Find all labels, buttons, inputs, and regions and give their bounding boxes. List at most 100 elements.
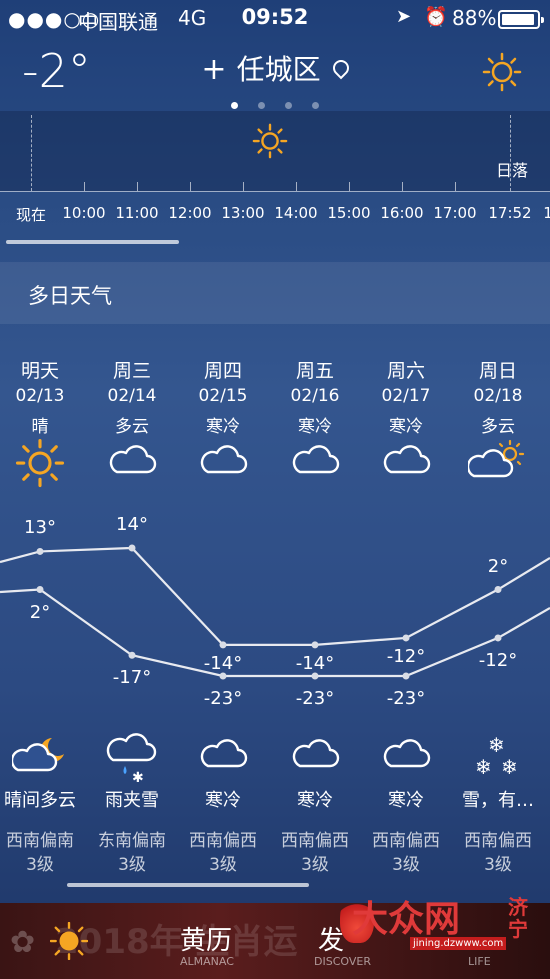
night-condition: 晴间多云: [4, 790, 76, 811]
day-date: 02/18: [473, 386, 523, 406]
sun-icon: [50, 922, 88, 960]
day-condition: 多云: [481, 417, 515, 437]
temperature-trend-chart: [0, 544, 550, 680]
high-temp-label: 14°: [116, 514, 148, 535]
battery-icon: [498, 10, 544, 29]
wind-direction: 东南偏南: [98, 831, 166, 851]
low-temp-label: -23°: [295, 688, 335, 709]
day-date: 02/16: [290, 386, 340, 406]
hour-label: 14:00: [274, 204, 318, 222]
day-date: 02/13: [15, 386, 65, 406]
hour-tick: [190, 182, 191, 191]
low-temp-line-point: [402, 672, 410, 680]
day-condition: 寒冷: [389, 417, 423, 437]
city-header[interactable]: + 任城区: [0, 48, 550, 88]
low-temp-label: -12°: [478, 649, 518, 671]
wind-level: 3级: [392, 855, 420, 875]
high-temp-line-point: [402, 634, 410, 642]
wind-direction: 西南偏南: [6, 831, 74, 851]
page-dot[interactable]: [285, 102, 292, 109]
low-temp-label: -23°: [203, 688, 243, 709]
hour-tick: [455, 182, 456, 191]
day-name: 周三: [112, 360, 151, 382]
status-bar: ●●●○○ 中国联通 4G 09:52 ➤ ⏰ 88%: [0, 0, 550, 36]
low-temp-line-point: [494, 634, 502, 642]
svg-text:❄: ❄: [475, 755, 492, 779]
cloud-icon: [86, 438, 178, 488]
sunset-label: 日落: [496, 161, 529, 180]
hour-label: 15:00: [327, 204, 371, 222]
night-condition: 寒冷: [205, 790, 241, 811]
sun-icon[interactable]: [482, 52, 522, 92]
snow-icon: ❄ ❄ ❄: [452, 732, 544, 782]
hourly-scrollbar[interactable]: [6, 240, 179, 244]
city-name: 任城区: [236, 53, 321, 86]
alarm-icon: ⏰: [424, 6, 448, 28]
tab-discover-sub: DISCOVER: [314, 955, 371, 968]
hour-label: 现在: [15, 206, 46, 224]
svg-text:✱: ✱: [132, 770, 144, 786]
wind-level: 3级: [209, 855, 237, 875]
day-date: 02/15: [198, 386, 248, 406]
watermark-logo: 大众网: [352, 898, 461, 940]
cloud-icon: [269, 438, 361, 488]
day-date: 02/17: [381, 386, 431, 406]
sun-icon: [0, 438, 86, 488]
low-temp-line-point: [36, 586, 44, 594]
hour-label: 10:00: [62, 204, 106, 222]
hour-label: 1: [543, 204, 550, 222]
wind-level: 3级: [26, 855, 54, 875]
tab-almanac[interactable]: 黄历: [180, 920, 232, 957]
day-condition: 多云: [115, 417, 149, 437]
timeline-axis: [0, 191, 550, 192]
cloud-icon: [269, 732, 361, 782]
low-temp-label: -23°: [386, 688, 426, 709]
hour-label: 17:00: [433, 204, 477, 222]
high-temp-label: 2°: [487, 555, 509, 577]
wind-level: 3级: [484, 855, 512, 875]
day-date: 02/14: [107, 386, 157, 406]
watermark-url: jining.dzwww.com: [410, 937, 507, 950]
svg-text:❄: ❄: [501, 755, 518, 779]
night-condition: 寒冷: [297, 790, 333, 811]
high-temp-label: 13°: [24, 517, 56, 539]
tab-banner-text: 2018年 生肖运: [55, 922, 298, 962]
high-temp-line-point: [219, 641, 227, 649]
cloud-icon: [177, 732, 269, 782]
location-pin-icon: [329, 56, 352, 80]
add-city-icon[interactable]: +: [201, 52, 226, 87]
wind-direction: 西南偏西: [372, 831, 440, 851]
hour-tick: [243, 182, 244, 191]
night-condition: 寒冷: [388, 790, 424, 811]
day-name: 周日: [478, 360, 517, 382]
tab-life-sub[interactable]: LIFE: [468, 955, 491, 968]
multi-day-title: 多日天气: [28, 284, 112, 308]
low-temp-label: 2°: [29, 601, 51, 623]
page-dot[interactable]: [312, 102, 319, 109]
sleet-icon: ✱: [86, 732, 178, 786]
cloud-sun-icon: [452, 438, 544, 488]
multi-day-scrollbar[interactable]: [67, 883, 309, 887]
high-temp-line-point: [128, 544, 136, 552]
now-marker: [31, 115, 32, 191]
hour-tick: [137, 182, 138, 191]
hour-label: 16:00: [380, 204, 424, 222]
lotus-icon: ✿: [10, 925, 36, 960]
high-temp-line-point: [36, 547, 44, 555]
day-condition: 寒冷: [298, 417, 332, 437]
page-dot[interactable]: [258, 102, 265, 109]
cloud-icon: [360, 438, 452, 488]
high-temp-line-point: [494, 586, 502, 594]
page-dot[interactable]: [231, 102, 238, 109]
hour-label: 13:00: [221, 204, 265, 222]
day-condition: 晴: [31, 417, 49, 437]
cloud-icon: [360, 732, 452, 782]
high-temp-label: -14°: [295, 652, 335, 674]
hour-tick: [402, 182, 403, 191]
wind-direction: 西南偏西: [189, 831, 257, 851]
day-name: 明天: [20, 360, 59, 382]
wind-level: 3级: [118, 855, 146, 875]
svg-text:❄: ❄: [488, 733, 505, 757]
low-temp-label: -17°: [112, 667, 152, 689]
high-temp-label: -14°: [203, 652, 243, 674]
